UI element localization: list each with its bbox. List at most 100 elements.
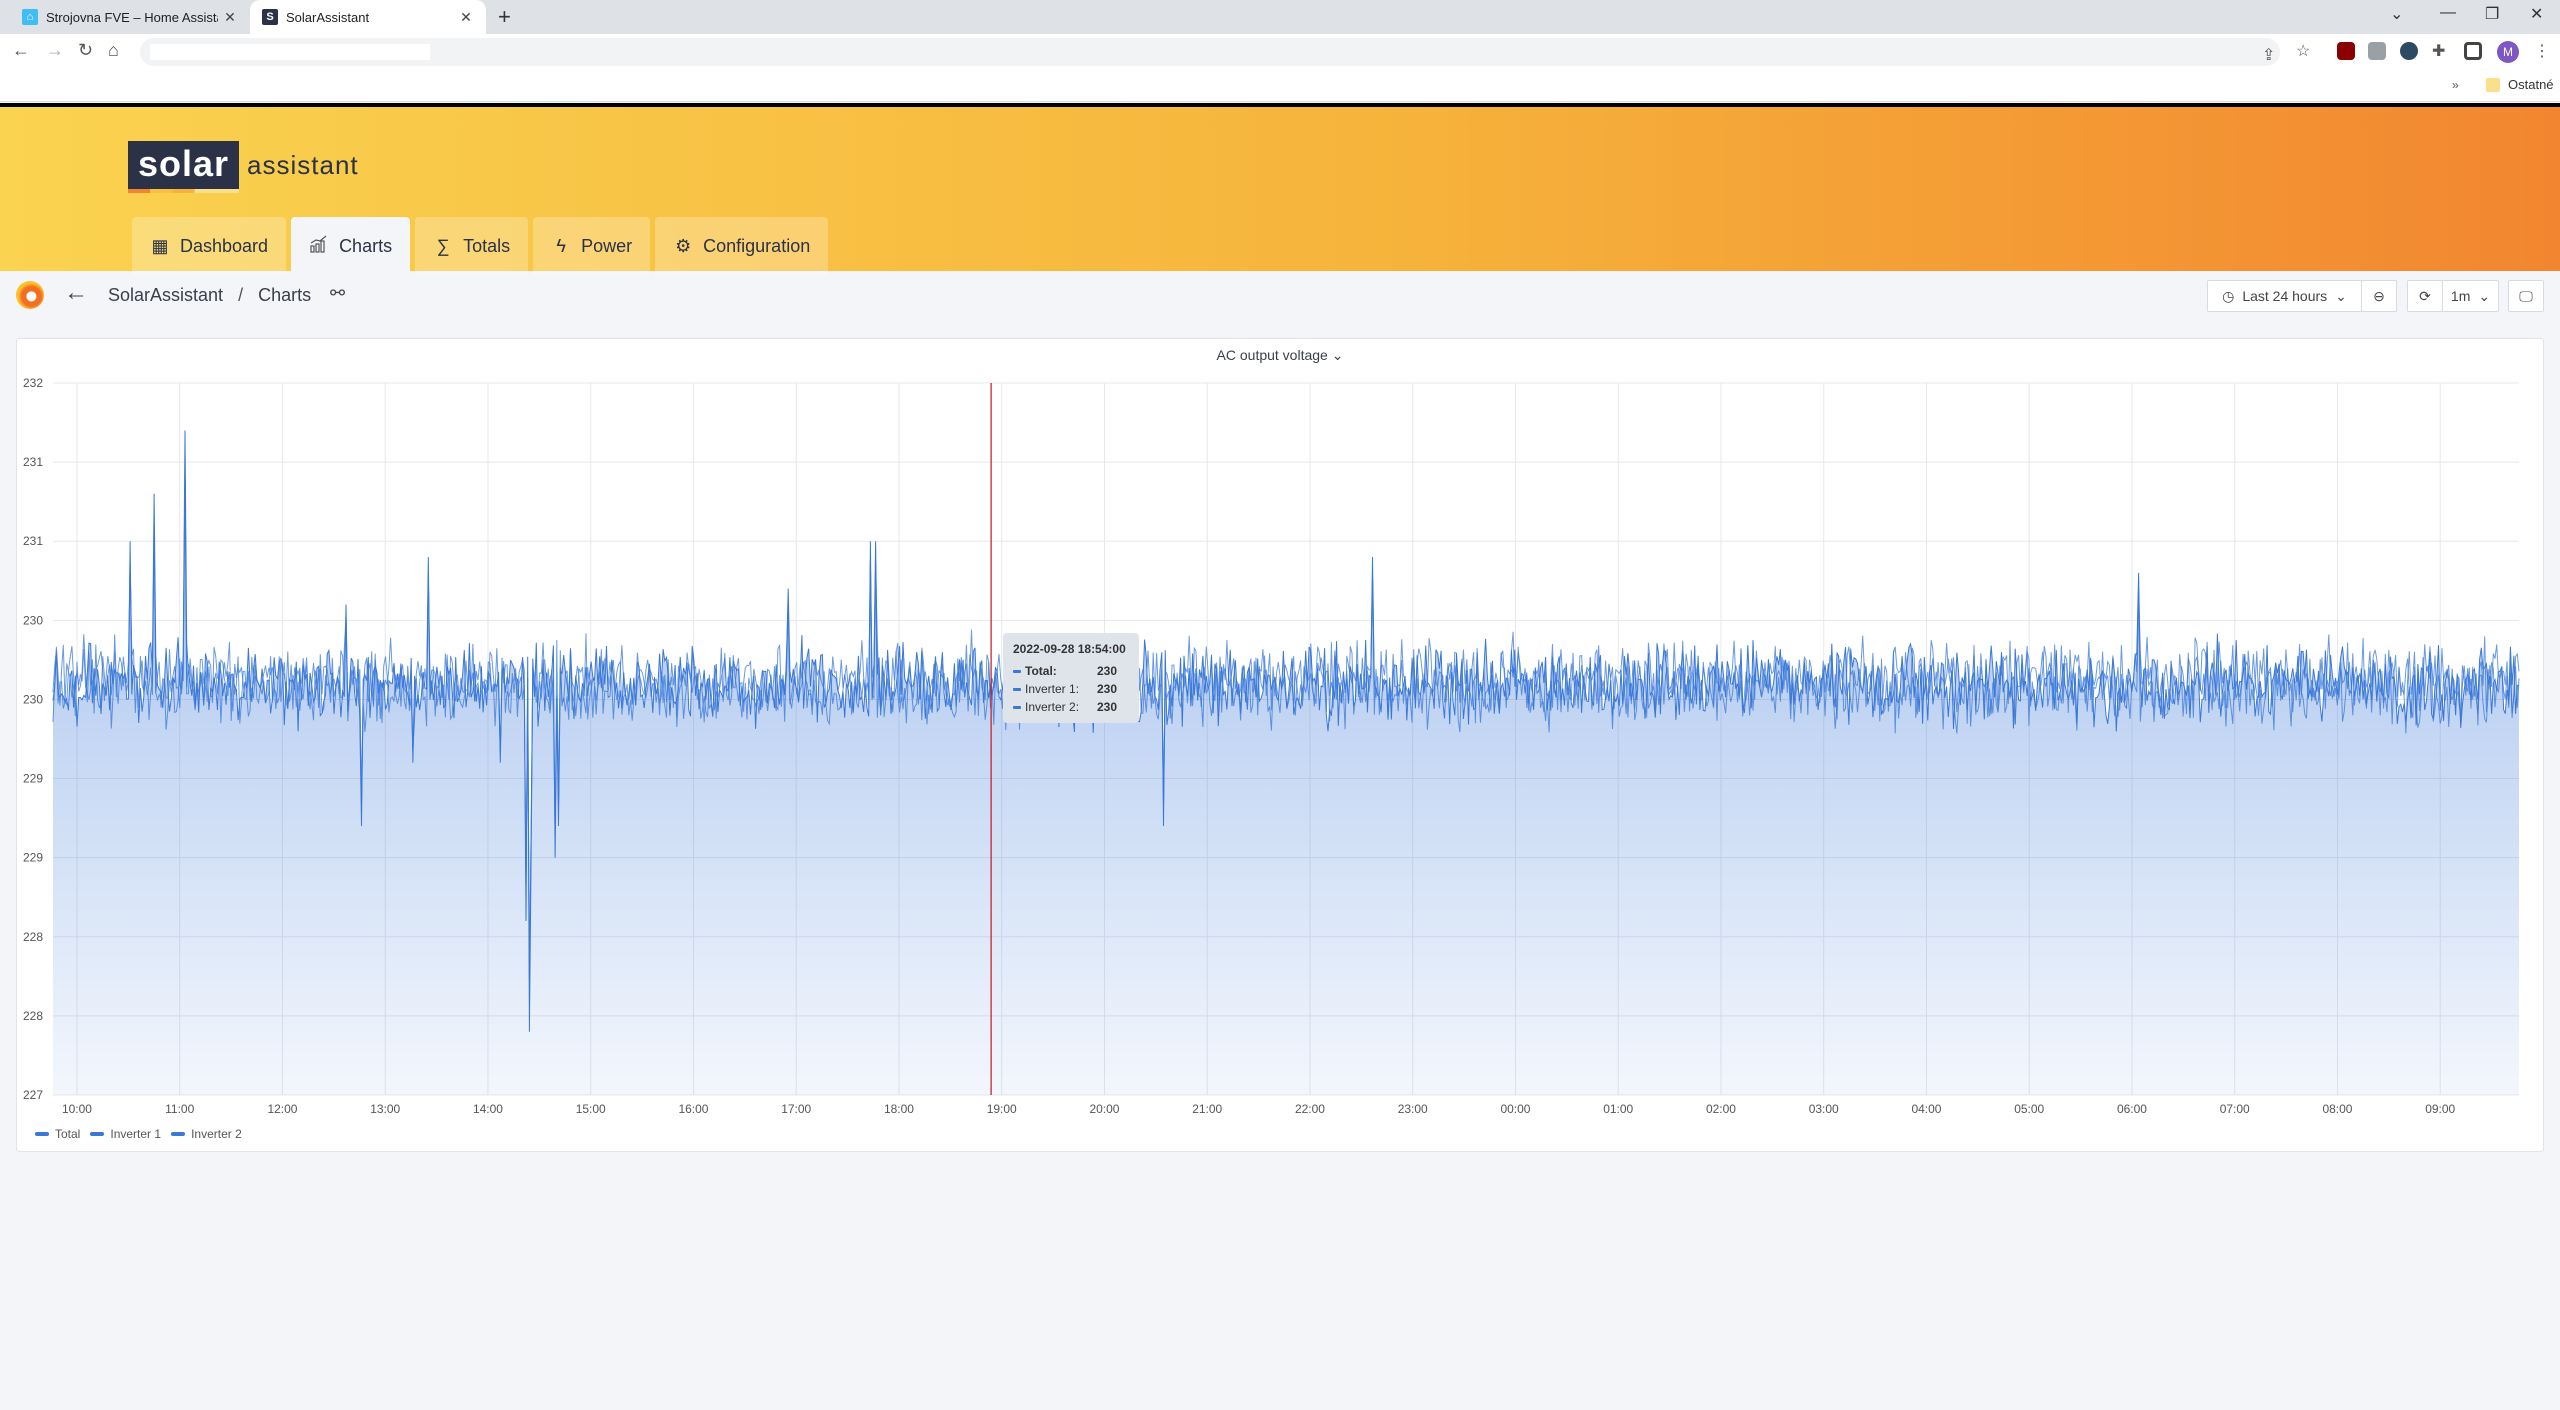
x-tick-label: 15:00 bbox=[576, 1102, 606, 1116]
y-tick-label: 228 bbox=[23, 1009, 43, 1023]
close-tab-icon[interactable]: ✕ bbox=[454, 9, 478, 26]
breadcrumb-dashboard[interactable]: Charts bbox=[258, 285, 311, 305]
nav-tab-totals[interactable]: ∑ Totals bbox=[415, 217, 529, 275]
x-tick-label: 17:00 bbox=[781, 1102, 811, 1116]
tooltip-series-value: 230 bbox=[1097, 664, 1118, 678]
time-range-picker[interactable]: ◷ Last 24 hours ⌄ bbox=[2207, 280, 2362, 312]
y-tick-label: 230 bbox=[23, 613, 43, 627]
clock-icon: ◷ bbox=[2222, 287, 2235, 304]
browser-tab-home-assistant[interactable]: ⌂ Strojovna FVE – Home Assistant ✕ bbox=[10, 0, 250, 34]
grafana-logo-icon[interactable] bbox=[16, 281, 44, 309]
time-range-label: Last 24 hours bbox=[2242, 288, 2328, 304]
ublock-extension-icon[interactable] bbox=[2337, 42, 2355, 60]
nav-tab-label: Charts bbox=[339, 235, 393, 256]
nav-tab-dashboard[interactable]: ▦ Dashboard bbox=[132, 217, 287, 275]
chevron-down-icon: ⌄ bbox=[2478, 287, 2491, 304]
nav-tab-charts[interactable]: Charts bbox=[291, 217, 411, 275]
close-tab-icon[interactable]: ✕ bbox=[218, 9, 242, 26]
y-tick-label: 229 bbox=[23, 772, 43, 786]
tooltip-marker bbox=[1013, 705, 1021, 709]
x-tick-label: 13:00 bbox=[370, 1102, 400, 1116]
bookmarks-more-icon[interactable]: » bbox=[2452, 78, 2459, 92]
share-icon[interactable]: ⇪ bbox=[2262, 45, 2275, 65]
tooltip-series-name: Inverter 2: bbox=[1025, 700, 1080, 714]
chart-tooltip: 2022-09-28 18:54:00 Total: 230 Inverter … bbox=[1003, 633, 1139, 723]
tooltip-time: 2022-09-28 18:54:00 bbox=[1013, 642, 1126, 656]
y-tick-label: 228 bbox=[23, 930, 43, 944]
legend-item-inverter-2[interactable]: Inverter 2 bbox=[171, 1127, 242, 1141]
legend-item-inverter-1[interactable]: Inverter 1 bbox=[90, 1127, 161, 1141]
nav-tab-configuration[interactable]: ⚙ Configuration bbox=[655, 217, 829, 275]
bookmark-folder-other[interactable]: Ostatné bbox=[2508, 77, 2554, 92]
e-extension-icon[interactable] bbox=[2400, 42, 2418, 60]
x-tick-label: 10:00 bbox=[62, 1102, 92, 1116]
tab-search-icon[interactable]: ⌄ bbox=[2390, 4, 2403, 24]
side-panel-icon[interactable] bbox=[2464, 42, 2482, 60]
tv-mode-button[interactable]: 🖵 bbox=[2508, 280, 2544, 312]
new-tab-button[interactable]: + bbox=[498, 4, 511, 30]
bookmarks-bar: » Ostatné bbox=[0, 70, 2560, 102]
voltage-chart[interactable]: 232 231 231 230 230 229 229 228 228 227 10:00 11:00… bbox=[17, 339, 2545, 1139]
close-window-icon[interactable]: ✕ bbox=[2530, 4, 2543, 24]
nav-tab-label: Dashboard bbox=[180, 235, 269, 256]
browser-tab-solar-assistant[interactable]: S SolarAssistant ✕ bbox=[250, 0, 486, 34]
profile-avatar[interactable]: M bbox=[2497, 41, 2519, 63]
nav-tab-label: Totals bbox=[463, 235, 511, 256]
nav-tab-power[interactable]: ϟ Power bbox=[533, 217, 651, 275]
tooltip-marker bbox=[1013, 669, 1021, 673]
x-tick-label: 08:00 bbox=[2322, 1102, 2352, 1116]
y-tick-label: 229 bbox=[23, 851, 43, 865]
x-tick-label: 04:00 bbox=[1911, 1102, 1941, 1116]
css-extension-icon[interactable] bbox=[2368, 42, 2386, 60]
address-bar[interactable]: ⇪ bbox=[140, 38, 2280, 66]
bookmark-star-icon[interactable]: ☆ bbox=[2296, 41, 2310, 61]
forward-icon[interactable]: → bbox=[46, 40, 64, 61]
logo[interactable]: solar assistant bbox=[128, 141, 359, 193]
y-tick-label: 231 bbox=[23, 534, 43, 548]
x-tick-label: 22:00 bbox=[1295, 1102, 1325, 1116]
minimize-icon[interactable]: — bbox=[2440, 4, 2456, 22]
main-nav: ▦ Dashboard Charts ∑ Totals ϟ Power ⚙ Co… bbox=[132, 217, 829, 275]
zoom-out-button[interactable]: ⊖ bbox=[2361, 280, 2397, 312]
refresh-button[interactable]: ⟳ bbox=[2407, 280, 2443, 312]
x-tick-label: 16:00 bbox=[678, 1102, 708, 1116]
x-tick-label: 11:00 bbox=[165, 1102, 194, 1116]
share-icon[interactable]: ⚯ bbox=[330, 283, 345, 304]
back-arrow-icon[interactable]: ← bbox=[64, 279, 88, 307]
breadcrumb-folder[interactable]: SolarAssistant bbox=[108, 285, 223, 305]
nav-tab-label: Configuration bbox=[703, 235, 811, 256]
tooltip-series-name: Inverter 1: bbox=[1025, 682, 1080, 696]
x-tick-label: 02:00 bbox=[1706, 1102, 1736, 1116]
bolt-icon: ϟ bbox=[556, 235, 566, 256]
x-tick-label: 06:00 bbox=[2117, 1102, 2147, 1116]
x-tick-label: 05:00 bbox=[2014, 1102, 2044, 1116]
x-tick-label: 19:00 bbox=[987, 1102, 1017, 1116]
back-icon[interactable]: ← bbox=[12, 40, 30, 61]
breadcrumb-separator: / bbox=[238, 285, 244, 305]
tooltip-row: Total: 230 bbox=[1013, 662, 1129, 680]
area-fill-total bbox=[53, 430, 2519, 1095]
tooltip-row: Inverter 2: 230 bbox=[1013, 698, 1129, 716]
y-tick-label: 232 bbox=[23, 376, 43, 390]
breadcrumb: SolarAssistant / Charts bbox=[108, 285, 311, 306]
home-icon[interactable]: ⌂ bbox=[108, 40, 119, 61]
folder-icon bbox=[2486, 78, 2500, 92]
gear-icon: ⚙ bbox=[675, 235, 692, 256]
refresh-interval-picker[interactable]: 1m ⌄ bbox=[2442, 280, 2499, 312]
reload-icon[interactable]: ↻ bbox=[78, 40, 93, 61]
legend-item-total[interactable]: Total bbox=[35, 1127, 80, 1141]
y-tick-label: 231 bbox=[23, 455, 43, 469]
tooltip-series-value: 230 bbox=[1097, 682, 1118, 696]
menu-icon[interactable]: ⋮ bbox=[2534, 41, 2550, 61]
chart-legend: Total Inverter 1 Inverter 2 bbox=[35, 1127, 242, 1141]
extensions-puzzle-icon[interactable]: ✚ bbox=[2432, 41, 2445, 61]
x-tick-label: 21:00 bbox=[1192, 1102, 1222, 1116]
legend-label: Inverter 2 bbox=[191, 1127, 242, 1141]
x-tick-label: 23:00 bbox=[1398, 1102, 1428, 1116]
legend-swatch bbox=[171, 1132, 186, 1136]
chevron-down-icon: ⌄ bbox=[2335, 287, 2347, 304]
restore-icon[interactable]: ❐ bbox=[2485, 4, 2499, 24]
legend-swatch bbox=[35, 1132, 49, 1136]
legend-swatch bbox=[90, 1132, 105, 1136]
browser-tab-strip: ⌂ Strojovna FVE – Home Assistant ✕ S Sol… bbox=[0, 0, 2560, 34]
